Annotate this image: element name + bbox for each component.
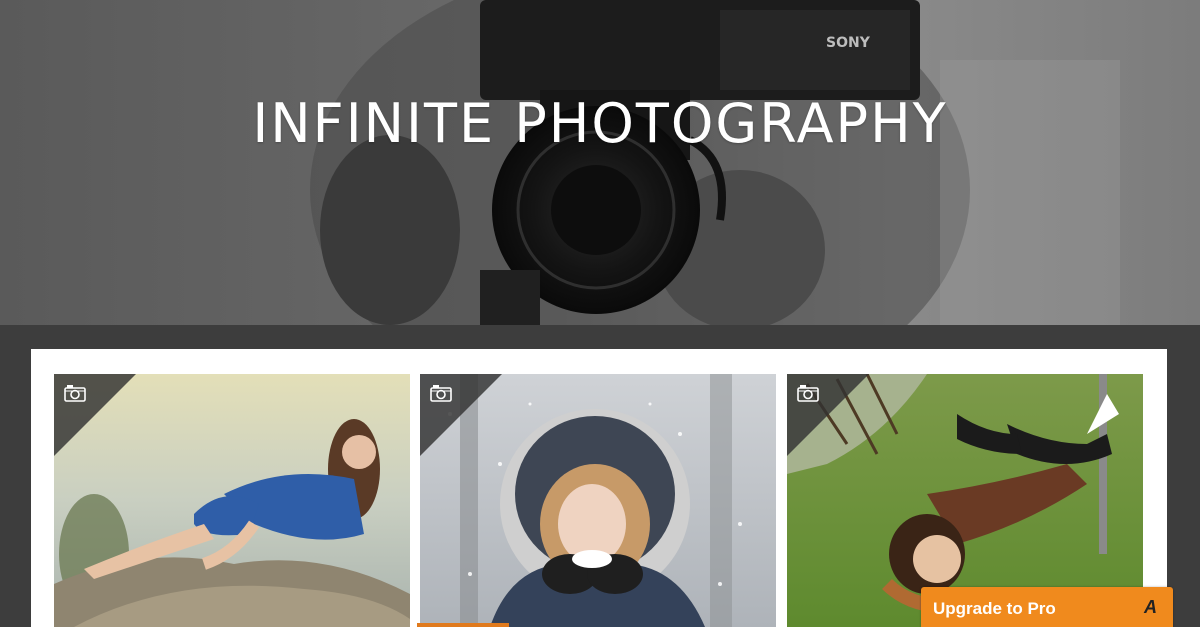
upgrade-logo-icon: A (1144, 597, 1157, 617)
hero-banner: SONY INFINITE PHOTOGRAPHY (0, 0, 1200, 325)
page-title: INFINITE PHOTOGRAPHY (252, 92, 948, 155)
upgrade-to-pro-button[interactable]: Upgrade to Pro A (921, 587, 1173, 627)
upgrade-label: Upgrade to Pro (933, 599, 1056, 618)
scroll-indicator (417, 623, 509, 627)
gallery-item[interactable] (420, 374, 776, 627)
gallery-item[interactable] (54, 374, 410, 627)
camera-icon (64, 385, 86, 402)
camera-icon (430, 385, 452, 402)
camera-brand-text: SONY (826, 35, 871, 51)
gallery-panel (31, 349, 1167, 627)
hero-photo: SONY (0, 0, 1200, 325)
camera-icon (797, 385, 819, 402)
